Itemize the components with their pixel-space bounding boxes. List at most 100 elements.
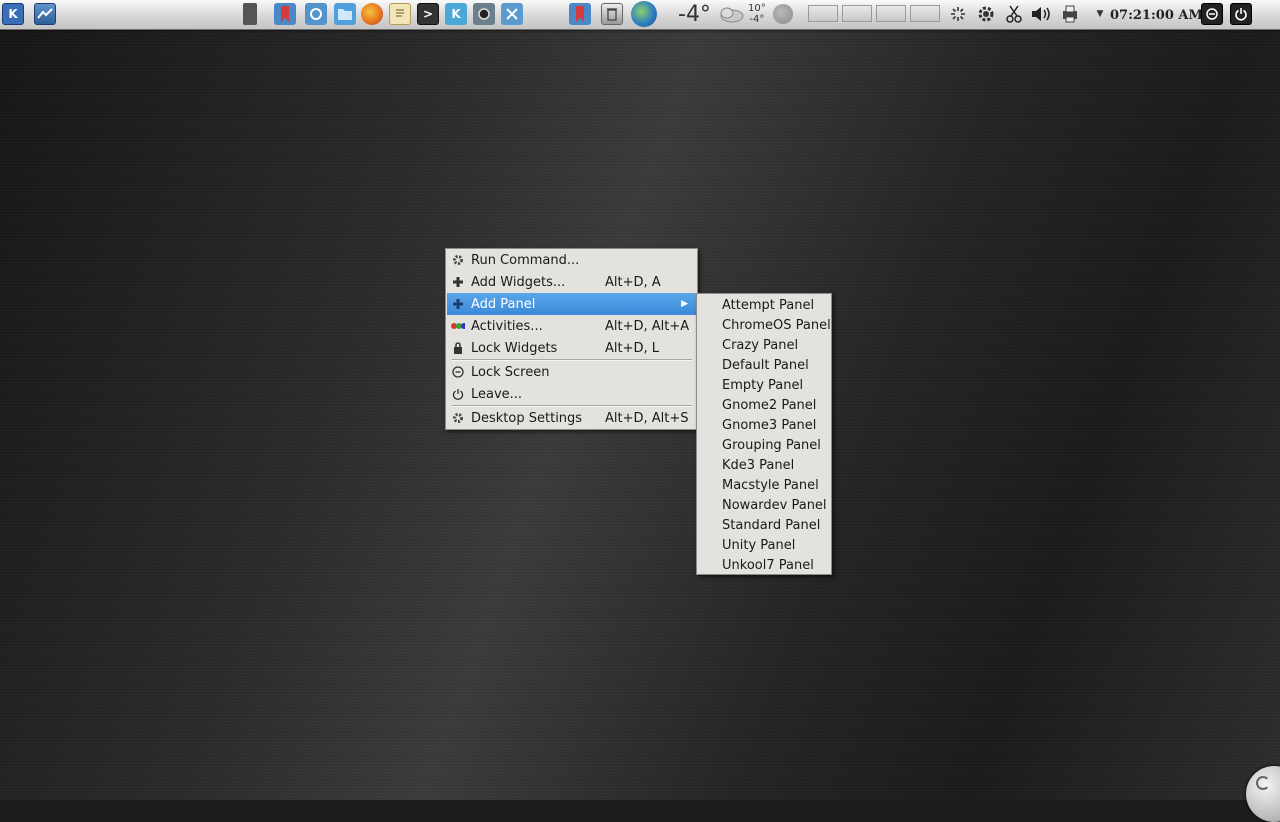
desktop-context-menu: Run Command... Add Widgets... Alt+D, A A… — [445, 248, 698, 430]
activity-spinner-icon[interactable] — [948, 2, 968, 26]
menu-item-shortcut: Alt+D, Alt+S — [605, 410, 689, 426]
clipboard-button[interactable] — [243, 2, 257, 26]
submenu-item-standard-panel[interactable]: Standard Panel — [698, 514, 830, 536]
lock-icon — [451, 341, 465, 355]
bookmark-tray-button[interactable] — [569, 2, 591, 26]
desktop-pager-2[interactable] — [842, 5, 872, 22]
bookmark-icon — [274, 3, 296, 25]
menu-item-label: Run Command... — [471, 252, 580, 268]
trash-button[interactable] — [601, 2, 623, 26]
menu-item-shortcut: Alt+D, L — [605, 340, 660, 356]
desktop-toolbox-button[interactable] — [1246, 766, 1280, 822]
submenu-item-attempt-panel[interactable]: Attempt Panel — [698, 294, 830, 316]
submenu-item-chromeos-panel[interactable]: ChromeOS Panel — [698, 314, 831, 336]
high-temperature: 10° — [748, 3, 766, 14]
firefox-launcher[interactable] — [361, 2, 383, 26]
tools-launcher[interactable] — [501, 2, 523, 26]
menu-item-shortcut: Alt+D, Alt+A — [605, 318, 690, 334]
klipper-scissors-button[interactable] — [1004, 2, 1024, 26]
submenu-arrow-icon: ▶ — [681, 299, 688, 309]
show-desktop-button[interactable] — [34, 2, 56, 26]
gear-icon — [451, 253, 465, 267]
camera-launcher[interactable] — [473, 2, 495, 26]
menu-item-add-widgets[interactable]: Add Widgets... Alt+D, A — [447, 271, 696, 293]
desktop-pager-1[interactable] — [808, 5, 838, 22]
menu-item-activities[interactable]: Activities... Alt+D, Alt+A — [447, 315, 696, 337]
bookmark-tray-icon — [569, 3, 591, 25]
submenu-item-gnome2-panel[interactable]: Gnome2 Panel — [698, 394, 830, 416]
top-panel: K > K -4° 10° -4° ▼ 07:21:00 AM — [0, 0, 1280, 30]
tools-icon — [501, 3, 523, 25]
user-switch-button[interactable] — [1201, 2, 1223, 26]
menu-item-shortcut: Alt+D, A — [605, 274, 661, 290]
menu-item-label: Leave... — [471, 386, 523, 402]
tray-expand-button[interactable]: ▼ — [1093, 2, 1107, 26]
show-desktop-icon — [34, 3, 56, 25]
desktop-pager-3[interactable] — [876, 5, 906, 22]
submenu-item-empty-panel[interactable]: Empty Panel — [698, 374, 830, 396]
submenu-item-kde3-panel[interactable]: Kde3 Panel — [698, 454, 830, 476]
scissors-icon — [1006, 5, 1022, 23]
submenu-item-unity-panel[interactable]: Unity Panel — [698, 534, 830, 556]
submenu-item-unkool7-panel[interactable]: Unkool7 Panel — [698, 554, 830, 576]
terminal-icon: > — [417, 3, 439, 25]
kde-launcher-icon: K — [2, 3, 24, 25]
add-panel-submenu: Attempt Panel ChromeOS Panel Crazy Panel… — [696, 293, 832, 575]
menu-item-label: Add Panel — [471, 296, 536, 312]
submenu-item-default-panel[interactable]: Default Panel — [698, 354, 830, 376]
settings-tray-button[interactable] — [975, 2, 997, 26]
bookmark-launcher[interactable] — [274, 2, 296, 26]
gear-icon — [451, 411, 465, 425]
keyboard-layout-button[interactable] — [631, 1, 657, 27]
low-temperature: -4° — [749, 14, 765, 25]
camera-icon — [473, 3, 495, 25]
menu-item-add-panel[interactable]: Add Panel ▶ — [447, 293, 696, 315]
system-settings-launcher[interactable] — [305, 2, 327, 26]
printer-icon — [1063, 5, 1077, 23]
switch-user-icon — [1201, 3, 1223, 25]
submenu-item-crazy-panel[interactable]: Crazy Panel — [698, 334, 830, 356]
kde-launcher-button[interactable]: K — [2, 2, 24, 26]
trash-icon — [601, 3, 623, 25]
clock-time: 07:21:00 AM — [1110, 7, 1203, 23]
weather-widget[interactable]: -4° — [678, 0, 711, 28]
globe-flag-icon — [631, 1, 657, 27]
menu-item-run-command[interactable]: Run Command... — [447, 249, 696, 271]
system-settings-icon — [305, 3, 327, 25]
menu-item-desktop-settings[interactable]: Desktop Settings Alt+D, Alt+S — [447, 407, 696, 429]
toolbox-icon — [1256, 776, 1270, 790]
file-manager-icon — [334, 3, 356, 25]
weather-cloud-icon — [718, 2, 744, 26]
submenu-item-macstyle-panel[interactable]: Macstyle Panel — [698, 474, 830, 496]
plus-icon — [451, 297, 465, 311]
firefox-icon — [361, 3, 383, 25]
menu-item-label: Add Widgets... — [471, 274, 566, 290]
speaker-icon — [1032, 7, 1050, 21]
settings-gear-icon — [978, 6, 994, 22]
menu-item-label: Lock Widgets — [471, 340, 558, 356]
weather-range: 10° -4° — [748, 0, 766, 28]
submenu-item-grouping-panel[interactable]: Grouping Panel — [698, 434, 830, 456]
moon-phase-icon — [773, 2, 793, 26]
menu-item-leave[interactable]: Leave... — [447, 383, 696, 405]
menu-item-lock-screen[interactable]: Lock Screen — [447, 361, 696, 383]
activities-icon — [451, 319, 465, 333]
terminal-launcher[interactable]: > — [417, 2, 439, 26]
power-icon — [1230, 3, 1252, 25]
menu-item-label: Desktop Settings — [471, 410, 583, 426]
submenu-item-gnome3-panel[interactable]: Gnome3 Panel — [698, 414, 830, 436]
volume-button[interactable] — [1030, 2, 1054, 26]
digital-clock[interactable]: 07:21:00 AM — [1110, 3, 1203, 27]
desktop-pager-4[interactable] — [910, 5, 940, 22]
lock-screen-icon — [451, 365, 465, 379]
kde-app-launcher[interactable]: K — [445, 2, 467, 26]
printer-tray-button[interactable] — [1059, 2, 1081, 26]
menu-item-label: Activities... — [471, 318, 543, 334]
text-editor-launcher[interactable] — [389, 2, 411, 26]
shutdown-button[interactable] — [1230, 2, 1252, 26]
file-manager-launcher[interactable] — [334, 2, 356, 26]
submenu-item-nowardev-panel[interactable]: Nowardev Panel — [698, 494, 830, 516]
chevron-down-icon: ▼ — [1096, 9, 1104, 19]
menu-item-lock-widgets[interactable]: Lock Widgets Alt+D, L — [447, 337, 696, 359]
current-temperature: -4° — [678, 1, 711, 27]
